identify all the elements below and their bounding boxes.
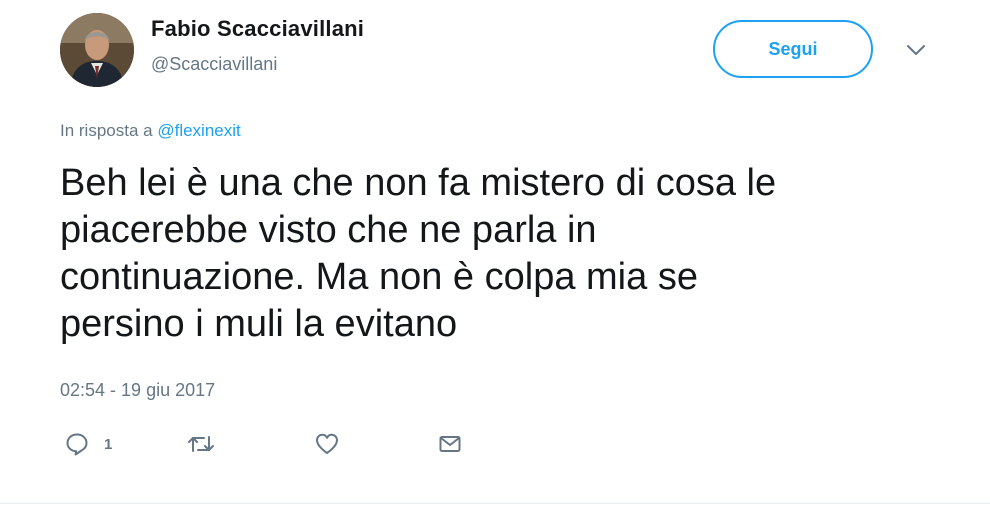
reply-button[interactable]: 1 xyxy=(64,428,112,460)
retweet-button[interactable] xyxy=(186,428,216,460)
avatar[interactable] xyxy=(60,13,134,87)
like-button[interactable] xyxy=(314,428,340,460)
tweet-text-line: Beh lei è una che non fa mistero di cosa… xyxy=(60,162,777,204)
author-handle[interactable]: @Scacciavillani xyxy=(151,54,277,75)
bottom-divider xyxy=(0,503,990,504)
heart-icon xyxy=(316,433,338,454)
tweet-card: Fabio Scacciavillani @Scacciavillani Seg… xyxy=(0,0,990,506)
follow-button[interactable]: Segui xyxy=(713,20,873,78)
tweet-text-line: continuazione. Ma non è colpa mia se xyxy=(60,256,698,298)
avatar-photo-icon xyxy=(60,13,134,87)
author-display-name[interactable]: Fabio Scacciavillani xyxy=(151,16,364,42)
reply-count: 1 xyxy=(104,435,113,453)
reply-context-prefix: In risposta a xyxy=(60,121,153,140)
tweet-text-line: persino i muli la evitano xyxy=(60,303,458,345)
reply-mention-link[interactable]: @flexinexit xyxy=(157,121,240,140)
tweet-text-line: piacerebbe visto che ne parla in xyxy=(60,209,597,251)
chevron-down-icon[interactable] xyxy=(904,40,928,60)
tweet-timestamp[interactable]: 02:54 - 19 giu 2017 xyxy=(60,380,215,401)
direct-message-button[interactable] xyxy=(437,428,463,460)
envelope-icon xyxy=(439,436,461,452)
reply-icon xyxy=(66,433,88,456)
retweet-icon xyxy=(188,436,214,452)
reply-context: In risposta a @flexinexit xyxy=(60,121,241,141)
tweet-text: Beh lei è una che non fa mistero di cosa… xyxy=(60,160,900,348)
